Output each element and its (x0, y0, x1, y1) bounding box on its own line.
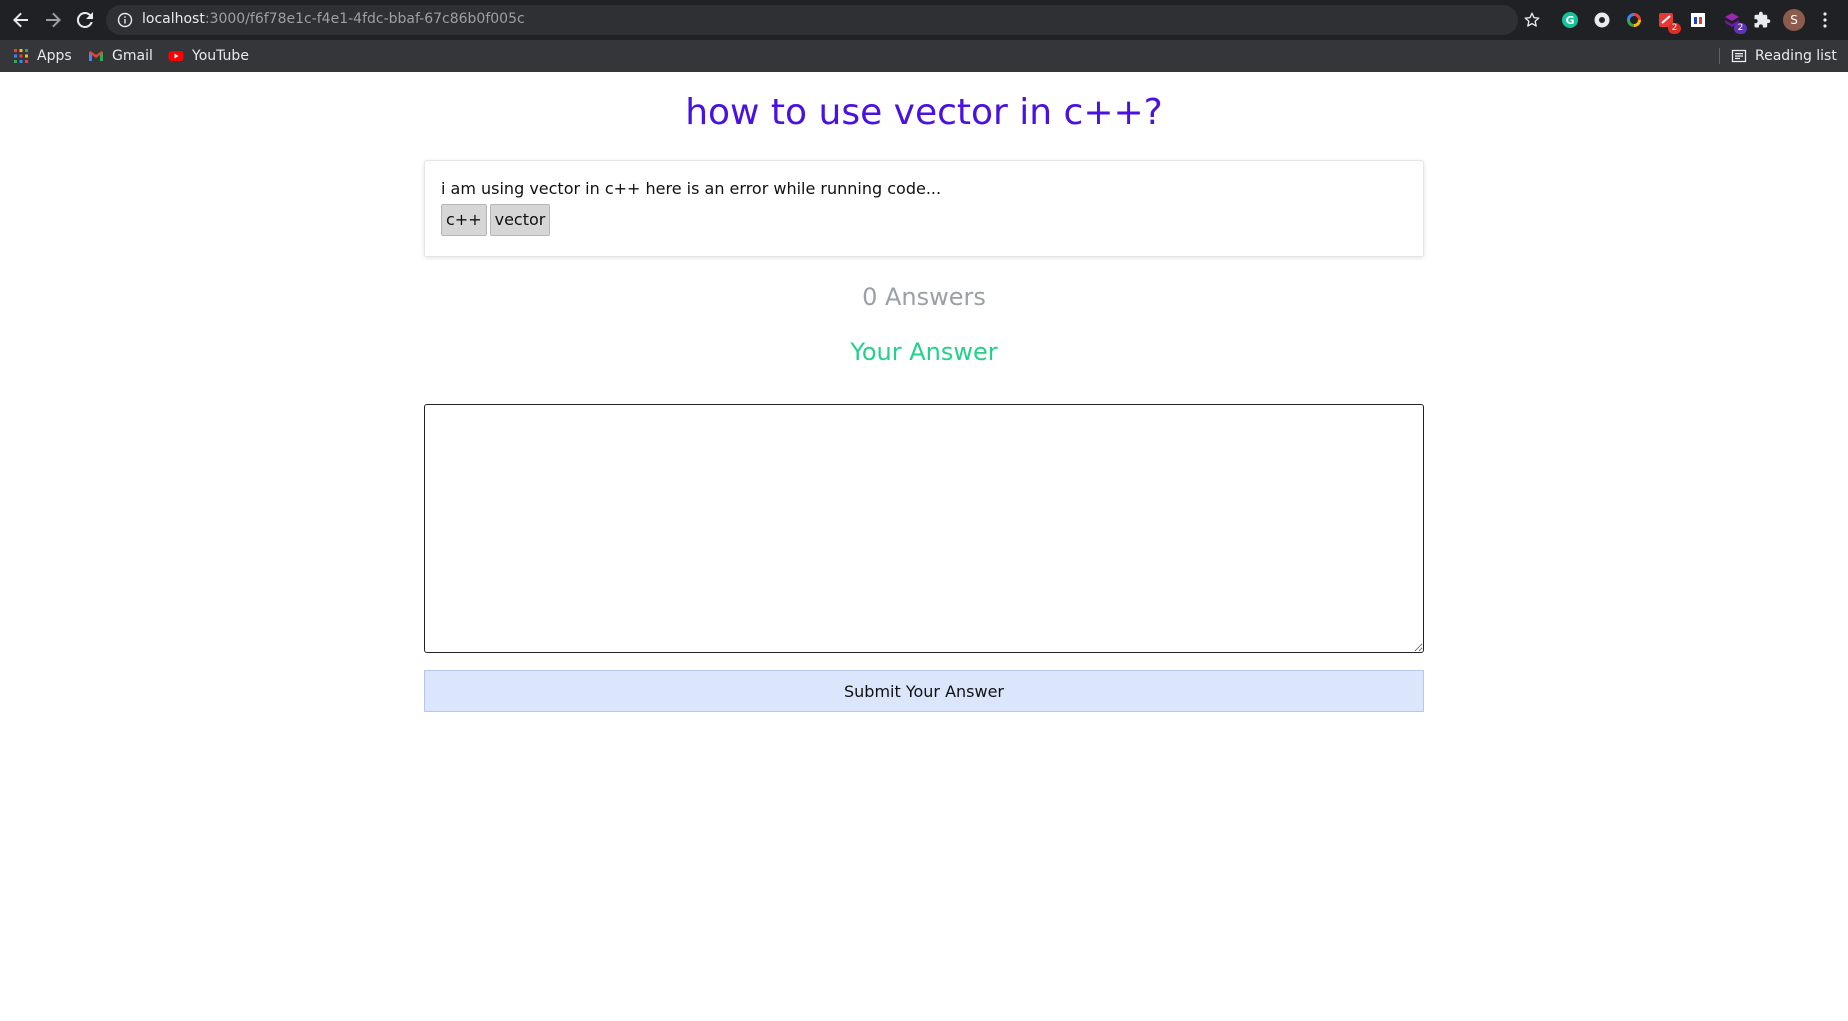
bookmark-gmail[interactable]: Gmail (88, 44, 153, 68)
submit-answer-button[interactable]: Submit Your Answer (424, 670, 1424, 712)
question-card: i am using vector in c++ here is an erro… (424, 160, 1424, 257)
extension-badge: 2 (1668, 23, 1681, 34)
question-body: i am using vector in c++ here is an erro… (441, 179, 942, 198)
browser-menu-icon[interactable] (1815, 10, 1835, 30)
back-icon[interactable] (9, 8, 33, 32)
gmail-icon (88, 48, 104, 64)
bookmark-youtube-label: YouTube (192, 48, 249, 64)
youtube-icon (168, 48, 184, 64)
answer-textarea[interactable] (424, 404, 1424, 653)
reload-icon[interactable] (73, 8, 97, 32)
flag-extension-icon[interactable] (1688, 10, 1708, 30)
tag-vector[interactable]: vector (489, 204, 551, 236)
answers-count: 0 Answers (862, 283, 986, 311)
puzzle-icon[interactable] (1752, 10, 1772, 30)
reading-list-label: Reading list (1755, 48, 1837, 64)
bookmarks-bar: Apps Gmail YouTube Reading list (0, 40, 1848, 72)
question-title: how to use vector in c++? (685, 92, 1163, 133)
tag-cpp[interactable]: c++ (441, 204, 487, 236)
bookmark-gmail-label: Gmail (112, 48, 153, 64)
site-info-icon[interactable] (117, 12, 133, 28)
bookmark-apps-label: Apps (37, 48, 72, 64)
apps-grid-icon (13, 48, 29, 64)
bookmark-apps[interactable]: Apps (13, 44, 72, 68)
reading-list-icon (1731, 48, 1747, 64)
color-wheel-icon[interactable] (1624, 10, 1644, 30)
profile-avatar[interactable]: S (1783, 9, 1805, 31)
bookmark-star-icon[interactable] (1520, 8, 1544, 32)
url-text: localhost:3000/f6f78e1c-f4e1-4fdc-bbaf-6… (142, 11, 525, 27)
purple-extension-icon[interactable]: 2 (1722, 10, 1747, 34)
bookmarks-divider (1719, 48, 1720, 64)
svg-text:G: G (1565, 14, 1574, 27)
your-answer-heading: Your Answer (850, 338, 998, 366)
browser-toolbar: localhost:3000/f6f78e1c-f4e1-4fdc-bbaf-6… (0, 0, 1848, 40)
calendar-extension-icon[interactable]: 2 (1656, 10, 1681, 34)
tag-list: c++ vector (441, 204, 551, 236)
extension-badge: 2 (1734, 23, 1747, 34)
extension-circle-icon[interactable] (1592, 10, 1612, 30)
bookmark-youtube[interactable]: YouTube (168, 44, 249, 68)
forward-icon[interactable] (41, 8, 65, 32)
reading-list-button[interactable]: Reading list (1731, 44, 1837, 68)
grammarly-icon[interactable]: G (1560, 10, 1580, 30)
address-bar[interactable]: localhost:3000/f6f78e1c-f4e1-4fdc-bbaf-6… (106, 5, 1518, 35)
